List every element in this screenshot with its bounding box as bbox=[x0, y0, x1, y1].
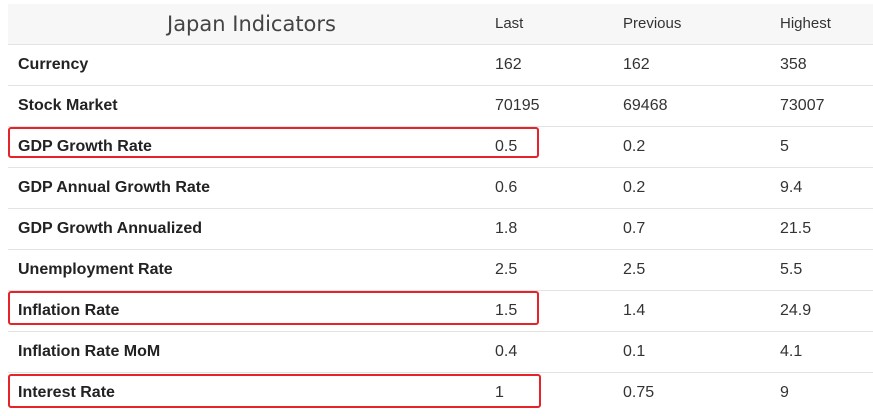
value-previous: 162 bbox=[623, 55, 650, 73]
value-last: 2.5 bbox=[495, 260, 518, 278]
table-header-row: Japan Indicators Last Previous Highest bbox=[8, 4, 873, 44]
table-row-inflation-rate-mom[interactable]: Inflation Rate MoM 0.4 0.1 4.1 bbox=[8, 331, 873, 372]
table-row-stock-market[interactable]: Stock Market 70195 69468 73007 bbox=[8, 85, 873, 126]
value-previous: 0.7 bbox=[623, 219, 646, 237]
value-highest: 9 bbox=[780, 383, 789, 401]
indicators-table: Japan Indicators Last Previous Highest C… bbox=[8, 4, 873, 413]
column-header-highest[interactable]: Highest bbox=[780, 4, 873, 44]
value-highest: 21.5 bbox=[780, 219, 812, 237]
table-row-currency[interactable]: Currency 162 162 358 bbox=[8, 44, 873, 85]
table-row-interest-rate[interactable]: Interest Rate 1 0.75 9 bbox=[8, 372, 873, 413]
table-row-gdp-growth-rate[interactable]: GDP Growth Rate 0.5 0.2 5 bbox=[8, 126, 873, 167]
value-previous: 69468 bbox=[623, 96, 668, 114]
value-highest: 73007 bbox=[780, 96, 825, 114]
value-highest: 5 bbox=[780, 137, 789, 155]
table-row-gdp-growth-annualized[interactable]: GDP Growth Annualized 1.8 0.7 21.5 bbox=[8, 208, 873, 249]
value-previous: 0.2 bbox=[623, 137, 646, 155]
value-highest: 5.5 bbox=[780, 260, 803, 278]
indicator-name[interactable]: GDP Annual Growth Rate bbox=[8, 167, 495, 208]
indicator-name[interactable]: Currency bbox=[8, 44, 495, 85]
value-previous: 0.1 bbox=[623, 342, 646, 360]
indicator-name[interactable]: Inflation Rate bbox=[8, 290, 495, 331]
value-highest: 9.4 bbox=[780, 178, 803, 196]
value-previous: 0.2 bbox=[623, 178, 646, 196]
value-last: 0.5 bbox=[495, 137, 518, 155]
table-row-inflation-rate[interactable]: Inflation Rate 1.5 1.4 24.9 bbox=[8, 290, 873, 331]
indicator-name[interactable]: GDP Growth Rate bbox=[8, 126, 495, 167]
indicator-name[interactable]: Unemployment Rate bbox=[8, 249, 495, 290]
value-last: 70195 bbox=[495, 96, 540, 114]
column-header-previous[interactable]: Previous bbox=[623, 4, 780, 44]
value-previous: 1.4 bbox=[623, 301, 646, 319]
value-highest: 358 bbox=[780, 55, 807, 73]
table-row-unemployment-rate[interactable]: Unemployment Rate 2.5 2.5 5.5 bbox=[8, 249, 873, 290]
indicator-name[interactable]: Interest Rate bbox=[8, 372, 495, 413]
table-row-gdp-annual-growth-rate[interactable]: GDP Annual Growth Rate 0.6 0.2 9.4 bbox=[8, 167, 873, 208]
indicator-name[interactable]: Stock Market bbox=[8, 85, 495, 126]
value-previous: 0.75 bbox=[623, 383, 655, 401]
value-highest: 24.9 bbox=[780, 301, 812, 319]
indicator-name[interactable]: Inflation Rate MoM bbox=[8, 331, 495, 372]
value-last: 162 bbox=[495, 55, 522, 73]
value-previous: 2.5 bbox=[623, 260, 646, 278]
value-last: 1 bbox=[495, 383, 504, 401]
value-highest: 4.1 bbox=[780, 342, 803, 360]
column-header-last[interactable]: Last bbox=[495, 4, 623, 44]
value-last: 0.6 bbox=[495, 178, 518, 196]
indicator-name[interactable]: GDP Growth Annualized bbox=[8, 208, 495, 249]
value-last: 0.4 bbox=[495, 342, 518, 360]
value-last: 1.5 bbox=[495, 301, 518, 319]
value-last: 1.8 bbox=[495, 219, 518, 237]
table-title: Japan Indicators bbox=[167, 11, 336, 36]
